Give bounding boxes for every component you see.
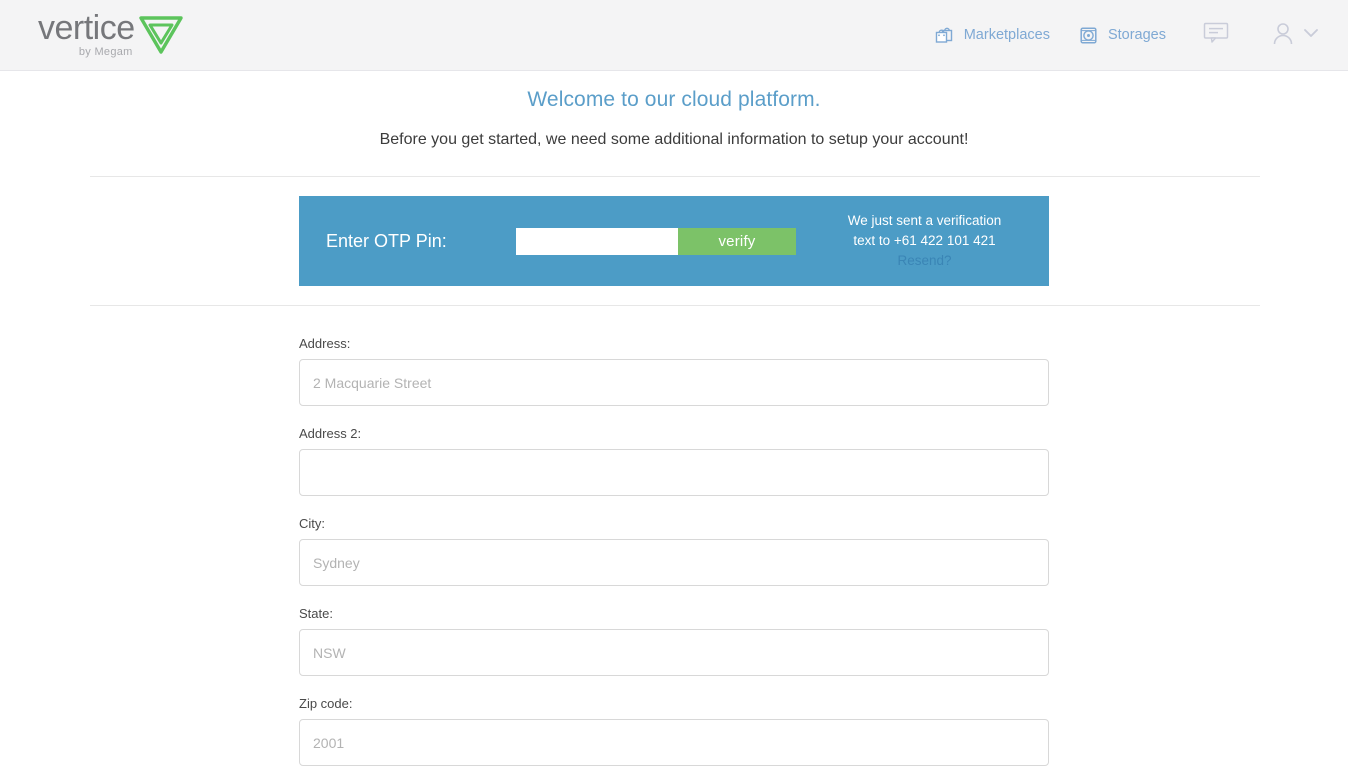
field-address: Address: [299, 336, 1049, 406]
field-state-label: State: [299, 606, 333, 621]
otp-panel: Enter OTP Pin: verify We just sent a ver… [299, 196, 1049, 286]
nav-item-marketplaces-label: Marketplaces [963, 27, 1050, 43]
otp-note-line1: We just sent a verification [847, 213, 1002, 228]
user-avatar-icon [1270, 20, 1296, 51]
verify-button[interactable]: verify [678, 227, 796, 255]
field-address2: Address 2: [299, 426, 1049, 496]
otp-input[interactable] [516, 227, 678, 255]
otp-note-line2: text to +61 422 101 421 [853, 233, 996, 248]
marketplaces-icon [934, 25, 955, 46]
resend-link[interactable]: Resend? [814, 251, 1035, 271]
triangle-logo-icon [138, 14, 184, 61]
field-city-label: City: [299, 516, 325, 531]
top-header: vertice by Megam Marketplaces Storages [0, 0, 1348, 71]
otp-note: We just sent a verification text to +61 … [796, 211, 1035, 271]
nav-item-storages-label: Storages [1107, 27, 1166, 43]
speech-bubble-icon [1202, 20, 1230, 51]
field-city: City: [299, 516, 1049, 586]
city-input[interactable] [299, 539, 1049, 586]
storages-icon [1078, 25, 1099, 46]
brand-text: vertice by Megam [38, 11, 135, 58]
header-nav: Marketplaces Storages [920, 12, 1330, 59]
nav-item-marketplaces[interactable]: Marketplaces [920, 17, 1064, 54]
state-input[interactable] [299, 629, 1049, 676]
address2-input[interactable] [299, 449, 1049, 496]
field-zipcode: Zip code: [299, 696, 1049, 766]
messages-button[interactable] [1180, 12, 1252, 59]
page-title: Welcome to our cloud platform. [527, 88, 821, 111]
field-address-label: Address: [299, 336, 351, 351]
field-zipcode-label: Zip code: [299, 696, 353, 711]
brand-logo[interactable]: vertice by Megam [38, 9, 184, 61]
field-address2-label: Address 2: [299, 426, 362, 441]
field-state: State: [299, 606, 1049, 676]
otp-control-group: verify [516, 227, 796, 255]
page-subtitle: Before you get started, we need some add… [379, 131, 969, 148]
otp-section: Enter OTP Pin: verify We just sent a ver… [0, 177, 1348, 305]
address-input[interactable] [299, 359, 1049, 406]
user-menu[interactable] [1252, 12, 1330, 59]
zipcode-input[interactable] [299, 719, 1049, 766]
page-content: Welcome to our cloud platform. Before yo… [0, 71, 1348, 766]
account-form: Address: Address 2: City: State: Zip cod… [299, 306, 1049, 766]
brand-tagline: by Megam [78, 46, 133, 58]
chevron-down-icon [1302, 26, 1320, 45]
brand-name: vertice [38, 9, 135, 47]
nav-item-storages[interactable]: Storages [1064, 17, 1180, 54]
otp-label: Enter OTP Pin: [326, 230, 447, 251]
